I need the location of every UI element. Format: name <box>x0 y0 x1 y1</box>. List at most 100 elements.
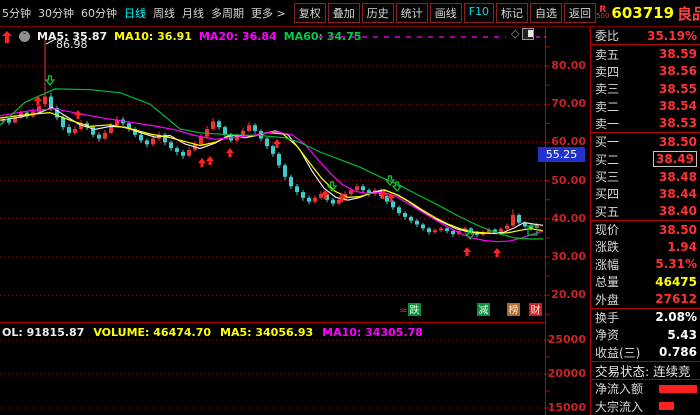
panel-row-买四[interactable]: 买四 38.44 <box>591 185 700 202</box>
price-axis-label: 50.00 <box>551 173 586 187</box>
panel-row-涨幅: 涨幅 5.31% <box>591 256 700 273</box>
panel-label: 收益(三) <box>595 345 641 360</box>
period-tab-5分钟[interactable]: 5分钟 <box>2 5 31 21</box>
panel-value: 27612 <box>655 292 697 307</box>
panel-label: 总量 <box>595 275 620 290</box>
panel-row-卖四[interactable]: 卖四 38.56 <box>591 63 700 80</box>
up-arrow-icon <box>2 30 12 43</box>
panel-value: 38.50 <box>659 222 697 237</box>
vol-value-MA5: MA5: 34056.93 <box>220 326 314 339</box>
axis-price-highlight: 55.25 <box>538 147 585 162</box>
flow-bar <box>659 384 697 393</box>
toolbar-button-返回[interactable]: 返回 <box>564 3 597 23</box>
ma-value-MA20: MA20: 36.84 <box>198 30 277 43</box>
panel-label: 买二 <box>595 152 620 167</box>
flow-bar <box>659 402 674 411</box>
price-axis-label: 20.00 <box>551 288 586 302</box>
panel-value: 38.55 <box>659 81 697 96</box>
panel-label: 委比 <box>595 29 620 44</box>
price-axis-label: 70.00 <box>551 97 586 111</box>
volume-axis-label: 25000 <box>547 333 586 346</box>
panel-label: 卖四 <box>595 64 620 79</box>
period-tab-多周期[interactable]: 多周期 <box>211 5 244 21</box>
panel-row-卖三[interactable]: 卖三 38.55 <box>591 80 700 97</box>
stock-info: R 500 603719 良品铺 <box>596 3 700 24</box>
panel-label: 买三 <box>595 170 620 185</box>
candlestick-chart-canvas[interactable]: ≈ 跌 减 榜财 <box>0 27 552 415</box>
svg-text:≈: ≈ <box>399 306 407 317</box>
quote-panel: 委比 35.19% 卖五 38.59 卖四 38.56 卖三 38.55 卖二 38.54 卖一 38… <box>590 27 700 415</box>
panel-row-买五[interactable]: 买五 38.40 <box>591 203 700 221</box>
panel-row-卖二[interactable]: 卖二 38.54 <box>591 97 700 114</box>
panel-value: 38.44 <box>659 186 697 201</box>
panel-value: 5.43 <box>667 327 697 342</box>
period-tab-60分钟[interactable]: 60分钟 <box>81 5 117 21</box>
panel-row-现价: 现价 38.50 <box>591 221 700 238</box>
panel-row-总量: 总量 46475 <box>591 273 700 290</box>
toolbar-button-叠加[interactable]: 叠加 <box>327 3 360 23</box>
panel-label: 换手 <box>595 310 620 325</box>
period-tabs: 5分钟 30分钟 60分钟 日线 周线 月线 多周期 更多 > <box>2 5 286 21</box>
vol-value-VOLUME: VOLUME: 46474.70 <box>93 326 212 339</box>
toolbar-button-F10[interactable]: F10 <box>463 3 495 23</box>
panel-row-卖一[interactable]: 卖一 38.53 <box>591 115 700 134</box>
vol-value-OL: OL: 91815.87 <box>2 326 85 339</box>
panel-label: 现价 <box>595 223 620 238</box>
collapse-icon[interactable]: ˇ <box>19 31 30 42</box>
stock-trading-app: 5分钟 30分钟 60分钟 日线 周线 月线 多周期 更多 > 复权 叠加 历史 统计 画线 F10 标记… <box>0 0 700 415</box>
panel-row-卖五[interactable]: 卖五 38.59 <box>591 45 700 62</box>
period-tab-30分钟[interactable]: 30分钟 <box>38 5 74 21</box>
panel-row-外盘: 外盘 27612 <box>591 290 700 309</box>
panel-value: 38.54 <box>659 99 697 114</box>
panel-value: 2.08% <box>655 310 697 325</box>
panel-label: 大宗流入 <box>595 399 644 414</box>
stock-name: 良品铺 <box>677 4 700 23</box>
diamond-icon[interactable]: ◇ <box>511 27 519 40</box>
panel-label: 净资 <box>595 328 620 343</box>
panel-row-交易状态: 连续竞: 交易状态: 连续竞 <box>591 362 700 381</box>
panel-label: 卖二 <box>595 99 620 114</box>
panel-label: 卖一 <box>595 116 620 131</box>
high-price-annotation: 86.98 <box>56 38 88 51</box>
panel-value: 5.31% <box>655 257 697 272</box>
panel-row-买一[interactable]: 买一 38.50 <box>591 133 700 150</box>
panel-value: 46475 <box>655 274 697 289</box>
toolbar-button-标记[interactable]: 标记 <box>496 3 529 23</box>
svg-text:榜: 榜 <box>509 304 519 317</box>
ma-value-MA10: MA10: 36.91 <box>114 30 192 43</box>
period-tab-日线[interactable]: 日线 <box>124 5 146 21</box>
panel-row-委比: 委比 35.19% <box>591 27 700 46</box>
panel-label: 买五 <box>595 204 620 219</box>
panel-row-买三[interactable]: 买三 38.48 <box>591 168 700 185</box>
panel-row-收益(三): 收益(三) 0.786 <box>591 343 700 362</box>
period-tab-月线[interactable]: 月线 <box>182 5 204 21</box>
vol-value-MA10: MA10: 34305.78 <box>322 326 423 339</box>
price-axis-label: 40.00 <box>551 211 586 225</box>
toolbar-button-统计[interactable]: 统计 <box>395 3 428 23</box>
panel-label: 卖五 <box>595 47 620 62</box>
panel-label: 涨跌 <box>595 240 620 255</box>
period-tab-周线[interactable]: 周线 <box>153 5 175 21</box>
window-icon[interactable] <box>522 27 535 40</box>
toolbar-button-自选[interactable]: 自选 <box>530 3 563 23</box>
period-tab-更多 >[interactable]: 更多 > <box>251 5 286 21</box>
panel-value: 38.48 <box>659 169 697 184</box>
toolbar-button-历史[interactable]: 历史 <box>361 3 394 23</box>
svg-text:减: 减 <box>479 305 489 317</box>
panel-row-净流入额: 净流入额 <box>591 380 700 397</box>
volume-axis-label: 15000 <box>547 401 586 414</box>
panel-value: 35.19% <box>647 28 697 43</box>
toolbar-button-复权[interactable]: 复权 <box>293 3 326 23</box>
panel-label: 买四 <box>595 187 620 202</box>
panel-row-换手: 换手 2.08% <box>591 309 700 326</box>
panel-value: 38.59 <box>659 47 697 62</box>
panel-value: 38.50 <box>659 134 697 149</box>
toolbar-button-画线[interactable]: 画线 <box>429 3 462 23</box>
chart-area: ≈ 跌减榜财 ˇ MA5: 35.87 MA10: 36.91 MA20: 36.84… <box>0 27 552 415</box>
panel-label: 卖三 <box>595 82 620 97</box>
toolbar-buttons: 复权 叠加 历史 统计 画线 F10 标记 自选 返回 <box>293 3 597 23</box>
volume-indicator-header: OL: 91815.87 VOLUME: 46474.70 MA5: 34056.9… <box>2 326 423 339</box>
watermark-dashes <box>318 36 506 38</box>
panel-value: 1.94 <box>667 239 697 254</box>
panel-row-买二[interactable]: 买二 38.49 <box>591 151 700 168</box>
